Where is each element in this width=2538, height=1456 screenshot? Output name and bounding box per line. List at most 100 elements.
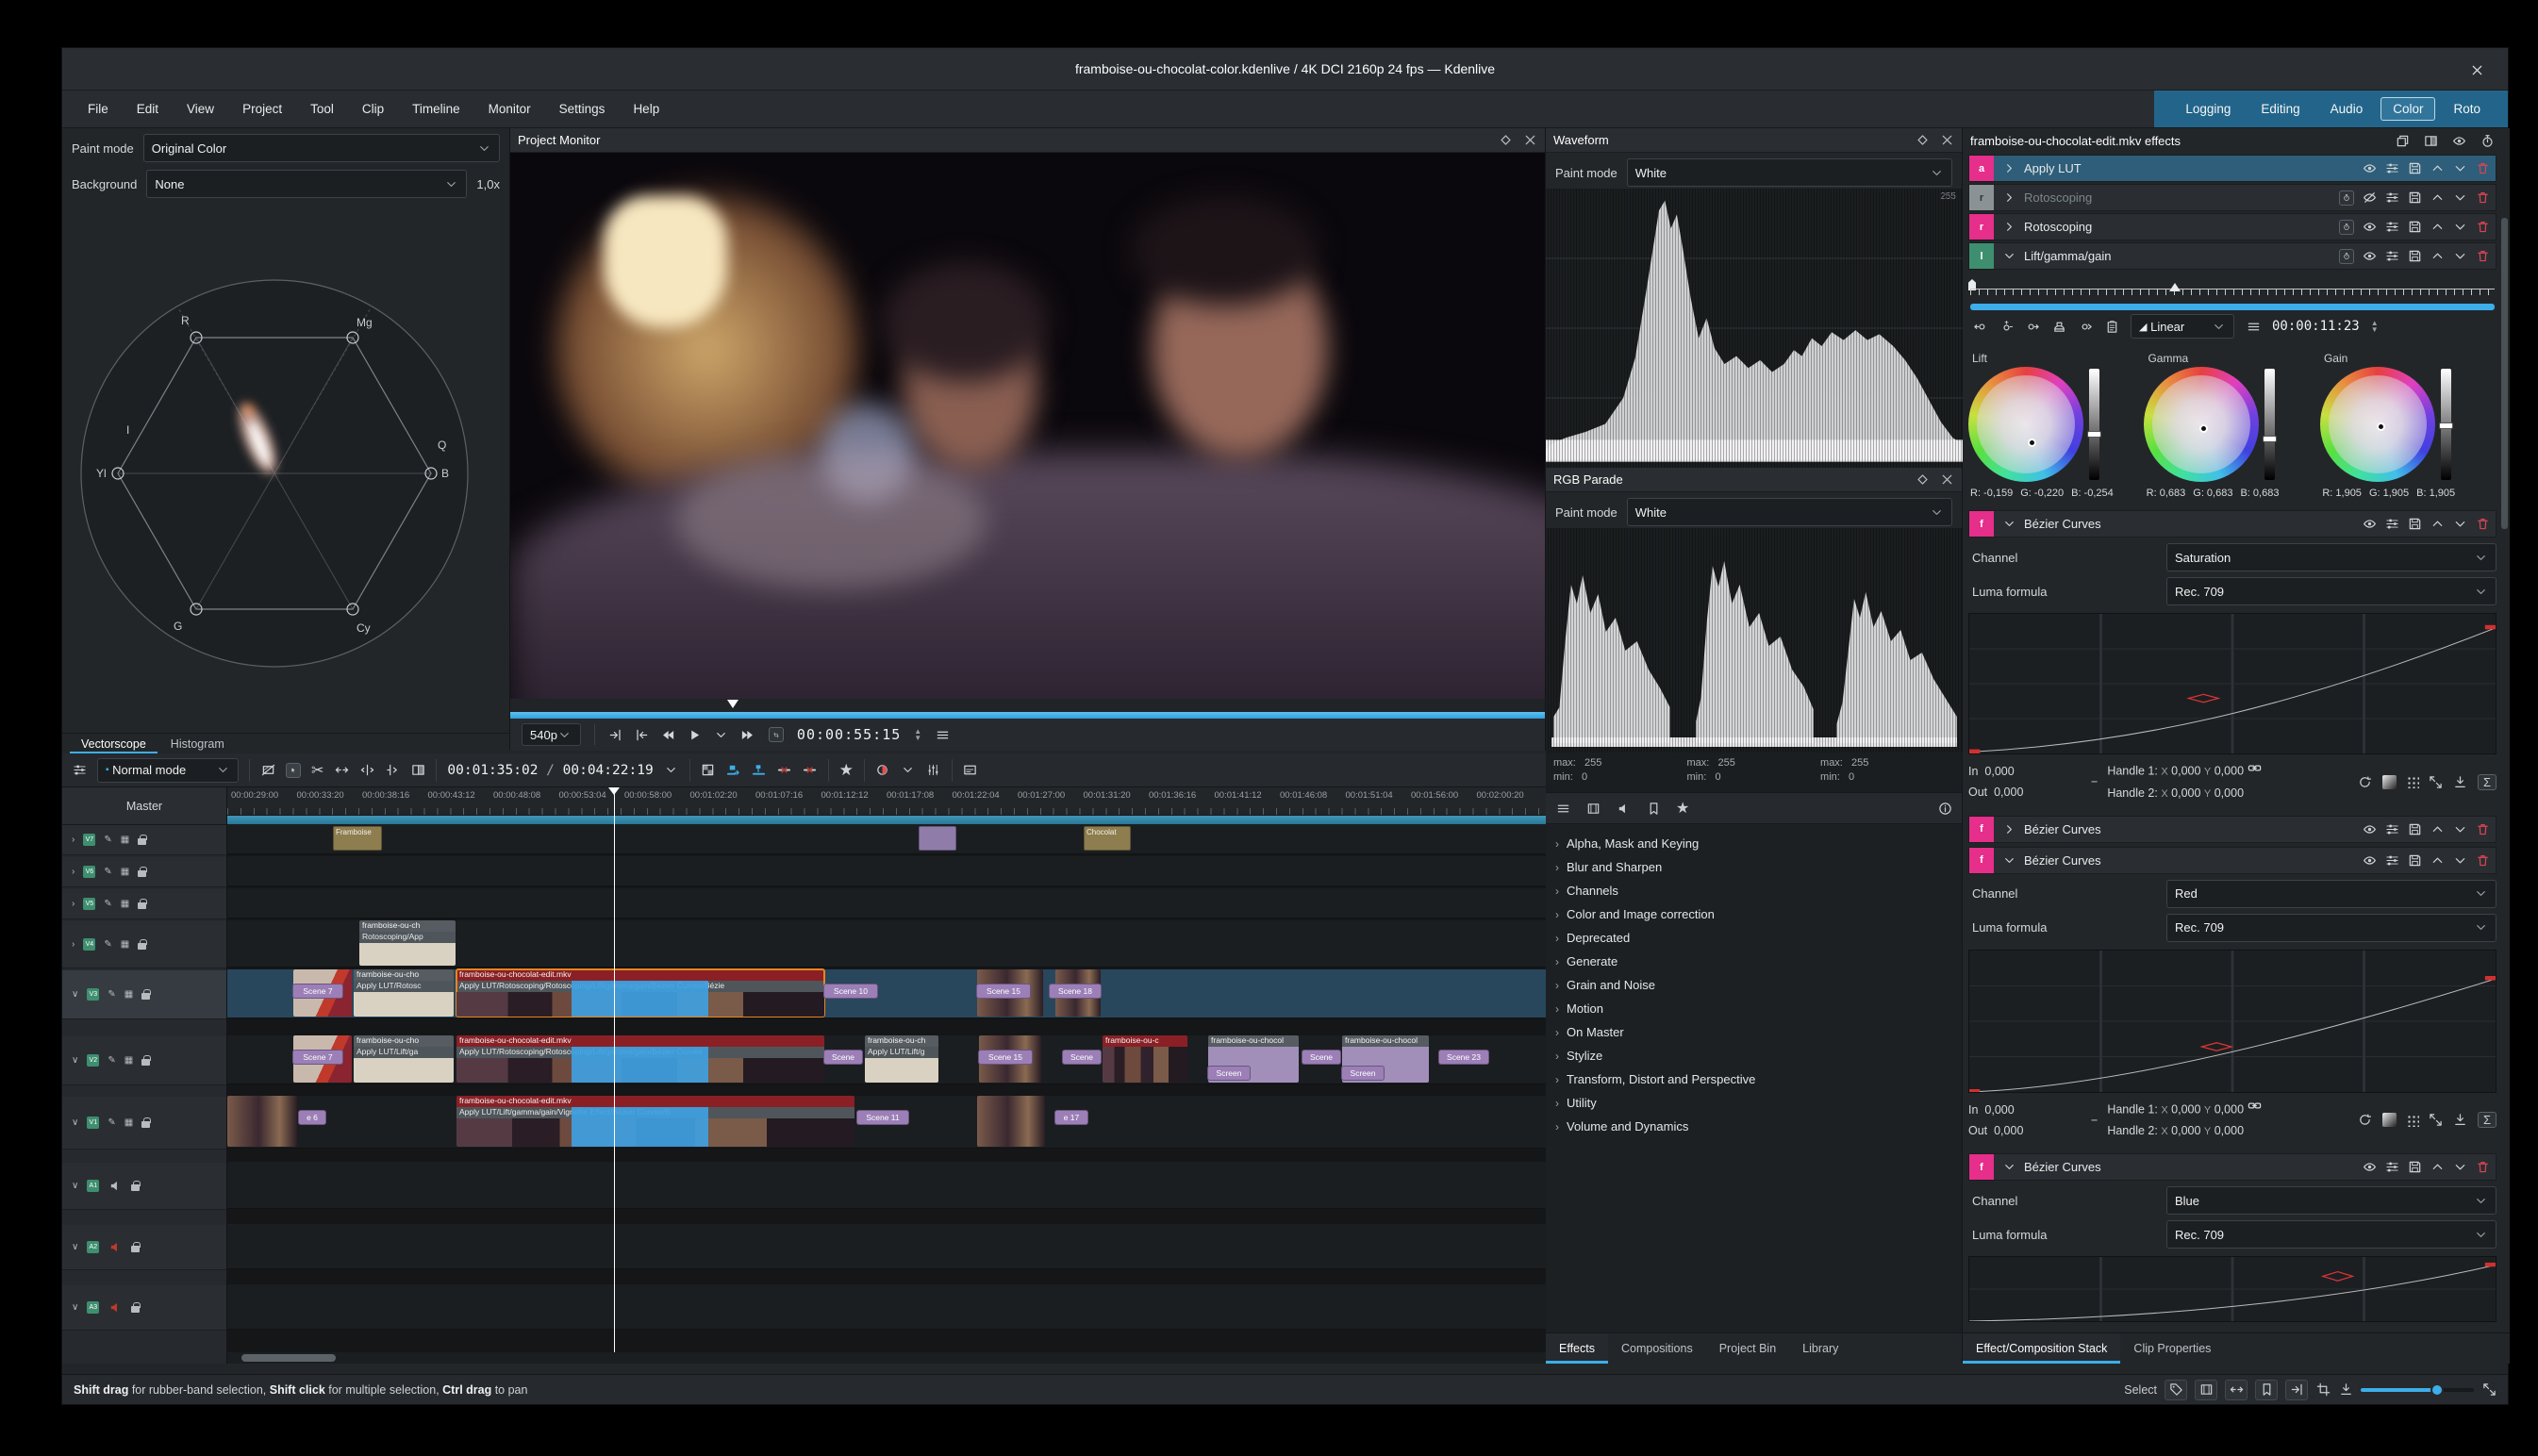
effect-row-bezier-blue[interactable]: f Bézier Curves	[1968, 1153, 2497, 1181]
track-lane-a3[interactable]	[227, 1284, 1546, 1330]
pencil-icon[interactable]: ✎	[104, 835, 111, 845]
favorites-icon[interactable]: ★	[1676, 799, 1689, 818]
lock-icon[interactable]	[131, 1306, 140, 1313]
track-badge[interactable]: A3	[87, 1301, 99, 1314]
subtitles-icon[interactable]	[963, 763, 978, 778]
pencil-icon[interactable]: ✎	[108, 1055, 115, 1066]
save-effect-icon[interactable]	[2407, 190, 2422, 206]
float-icon[interactable]	[1915, 472, 1930, 488]
track-lane-v7[interactable]: Framboise Chocolat	[227, 824, 1546, 854]
track-lane-v3[interactable]: Scene 7framboise-ou-choApply LUT/Rotoscf…	[227, 969, 1546, 1018]
save-effect-icon[interactable]	[2407, 821, 2422, 836]
favorite-effects-icon[interactable]: ★	[839, 761, 854, 780]
rewind-icon[interactable]	[661, 727, 676, 742]
multicam-tool-icon[interactable]	[410, 763, 425, 778]
effect-row-lift-gamma-gain[interactable]: l Lift/gamma/gain	[1968, 242, 2497, 270]
scene-marker[interactable]: Scene 23	[1439, 1051, 1488, 1064]
lock-icon[interactable]	[131, 1184, 140, 1191]
effect-category[interactable]: ›Deprecated	[1546, 926, 1962, 950]
select-arrows-button[interactable]	[2225, 1380, 2248, 1400]
menu-file[interactable]: File	[75, 97, 121, 121]
grid-icon[interactable]: ▦	[121, 899, 129, 909]
track-badge[interactable]: V4	[83, 938, 95, 951]
gain-color-wheel[interactable]	[2320, 367, 2435, 482]
delete-effect-icon[interactable]	[2475, 852, 2490, 868]
keyframe-position-marker[interactable]	[2169, 283, 2181, 291]
slip-tool-icon[interactable]	[359, 763, 374, 778]
guide-clip[interactable]: Chocolat	[1084, 826, 1131, 851]
save-effect-icon[interactable]	[2407, 852, 2422, 868]
show-all-handles-icon[interactable]: Σ	[2478, 774, 2497, 790]
extract-zone-icon[interactable]	[777, 763, 792, 778]
save-effect-icon[interactable]	[2407, 220, 2422, 235]
menu-help[interactable]: Help	[621, 97, 672, 121]
titlebar[interactable]: framboise-ou-chocolat-color.kdenlive / 4…	[62, 48, 2508, 91]
ripple-tool-icon[interactable]	[385, 763, 400, 778]
layout-tab-color[interactable]: Color	[2380, 97, 2435, 121]
lock-icon[interactable]	[141, 993, 150, 1000]
close-icon[interactable]	[1939, 472, 1954, 488]
grid-icon[interactable]: ▦	[121, 835, 129, 845]
scene-marker[interactable]: e 17	[1055, 1111, 1087, 1124]
select-film-button[interactable]	[2195, 1380, 2217, 1400]
guide-clip[interactable]: Framboise	[333, 826, 382, 851]
layout-tab-editing[interactable]: Editing	[2248, 97, 2312, 121]
track-chevron-icon[interactable]: ∨	[72, 1302, 78, 1313]
chevron-down-icon[interactable]	[2001, 517, 2016, 532]
timeline-clip[interactable]: framboise-ou-choApply LUT/Lift/ga	[354, 1035, 454, 1083]
effect-category[interactable]: ›Transform, Distort and Perspective	[1546, 1067, 1962, 1091]
pencil-icon[interactable]: ✎	[104, 899, 111, 909]
menu-timeline[interactable]: Timeline	[400, 97, 473, 121]
monitor-seek-ruler[interactable]	[510, 699, 1545, 712]
timeline-settings-icon[interactable]	[72, 763, 87, 778]
chevron-down-icon[interactable]	[2001, 852, 2016, 868]
scene-marker[interactable]: Scene 18	[1050, 984, 1101, 998]
delete-effect-icon[interactable]	[2475, 249, 2490, 264]
scene-marker[interactable]: Scene 7	[293, 984, 342, 998]
effect-category[interactable]: ›Volume and Dynamics	[1546, 1115, 1962, 1138]
video-preview[interactable]	[510, 153, 1545, 699]
menu-view[interactable]: View	[174, 97, 226, 121]
show-background-icon[interactable]	[2382, 775, 2397, 789]
monitor-menu-icon[interactable]	[935, 727, 950, 742]
track-badge[interactable]: V5	[83, 898, 95, 910]
reset-curve-icon[interactable]	[2358, 774, 2373, 789]
track-badge[interactable]: V3	[87, 988, 99, 1001]
timeline-clip[interactable]: framboise-ou-chocolat-edit.mkvApply LUT/…	[456, 1096, 854, 1147]
track-header-a1[interactable]: ∨ A1	[62, 1163, 226, 1210]
curve-editor-saturation[interactable]	[1968, 613, 2497, 754]
rgb-parade-paint-mode-select[interactable]: White	[1627, 498, 1952, 526]
timeline-clip[interactable]: framboise-ou-c	[1103, 1035, 1187, 1083]
selection-tool-button[interactable]	[286, 763, 301, 778]
track-header-v1[interactable]: ∨V1✎▦	[62, 1097, 226, 1150]
move-down-icon[interactable]	[2452, 249, 2467, 264]
preview-resolution-select[interactable]: 540p	[522, 723, 581, 746]
timeline-clip[interactable]	[227, 1096, 297, 1147]
chevron-right-icon[interactable]	[2001, 220, 2016, 235]
curve-editor-red[interactable]	[1968, 950, 2497, 1093]
save-effect-icon[interactable]	[2407, 517, 2422, 532]
effect-category[interactable]: ›Stylize	[1546, 1044, 1962, 1067]
track-badge[interactable]: A1	[87, 1180, 99, 1192]
copy-stack-icon[interactable]	[2395, 133, 2410, 148]
grid-icon[interactable]: ▦	[121, 939, 129, 950]
timeline-playhead[interactable]	[614, 787, 615, 1352]
track-header-v5[interactable]: ›V5✎▦	[62, 889, 226, 919]
layout-tab-logging[interactable]: Logging	[2173, 97, 2243, 121]
eye-icon[interactable]	[2362, 161, 2377, 176]
dock-tab-clip-properties[interactable]: Clip Properties	[2120, 1333, 2224, 1364]
razor-tool-icon[interactable]: ✂	[311, 761, 323, 780]
channel-select[interactable]: Blue	[2166, 1186, 2497, 1215]
presets-icon[interactable]	[2384, 220, 2399, 235]
chevron-right-icon[interactable]	[2001, 161, 2016, 176]
track-chevron-icon[interactable]: ∨	[72, 1242, 78, 1252]
scene-marker[interactable]: Scene 15	[977, 984, 1030, 998]
lift-zone-icon[interactable]	[803, 763, 818, 778]
menu-tool[interactable]: Tool	[298, 97, 346, 121]
grid-lines-icon[interactable]	[2406, 1114, 2419, 1127]
menu-project[interactable]: Project	[230, 97, 294, 121]
scope-tab-histogram[interactable]: Histogram	[159, 734, 236, 754]
scene-marker[interactable]: e 6	[299, 1111, 325, 1124]
track-chevron-icon[interactable]: ∨	[72, 1181, 78, 1191]
delete-effect-icon[interactable]	[2475, 1160, 2490, 1175]
